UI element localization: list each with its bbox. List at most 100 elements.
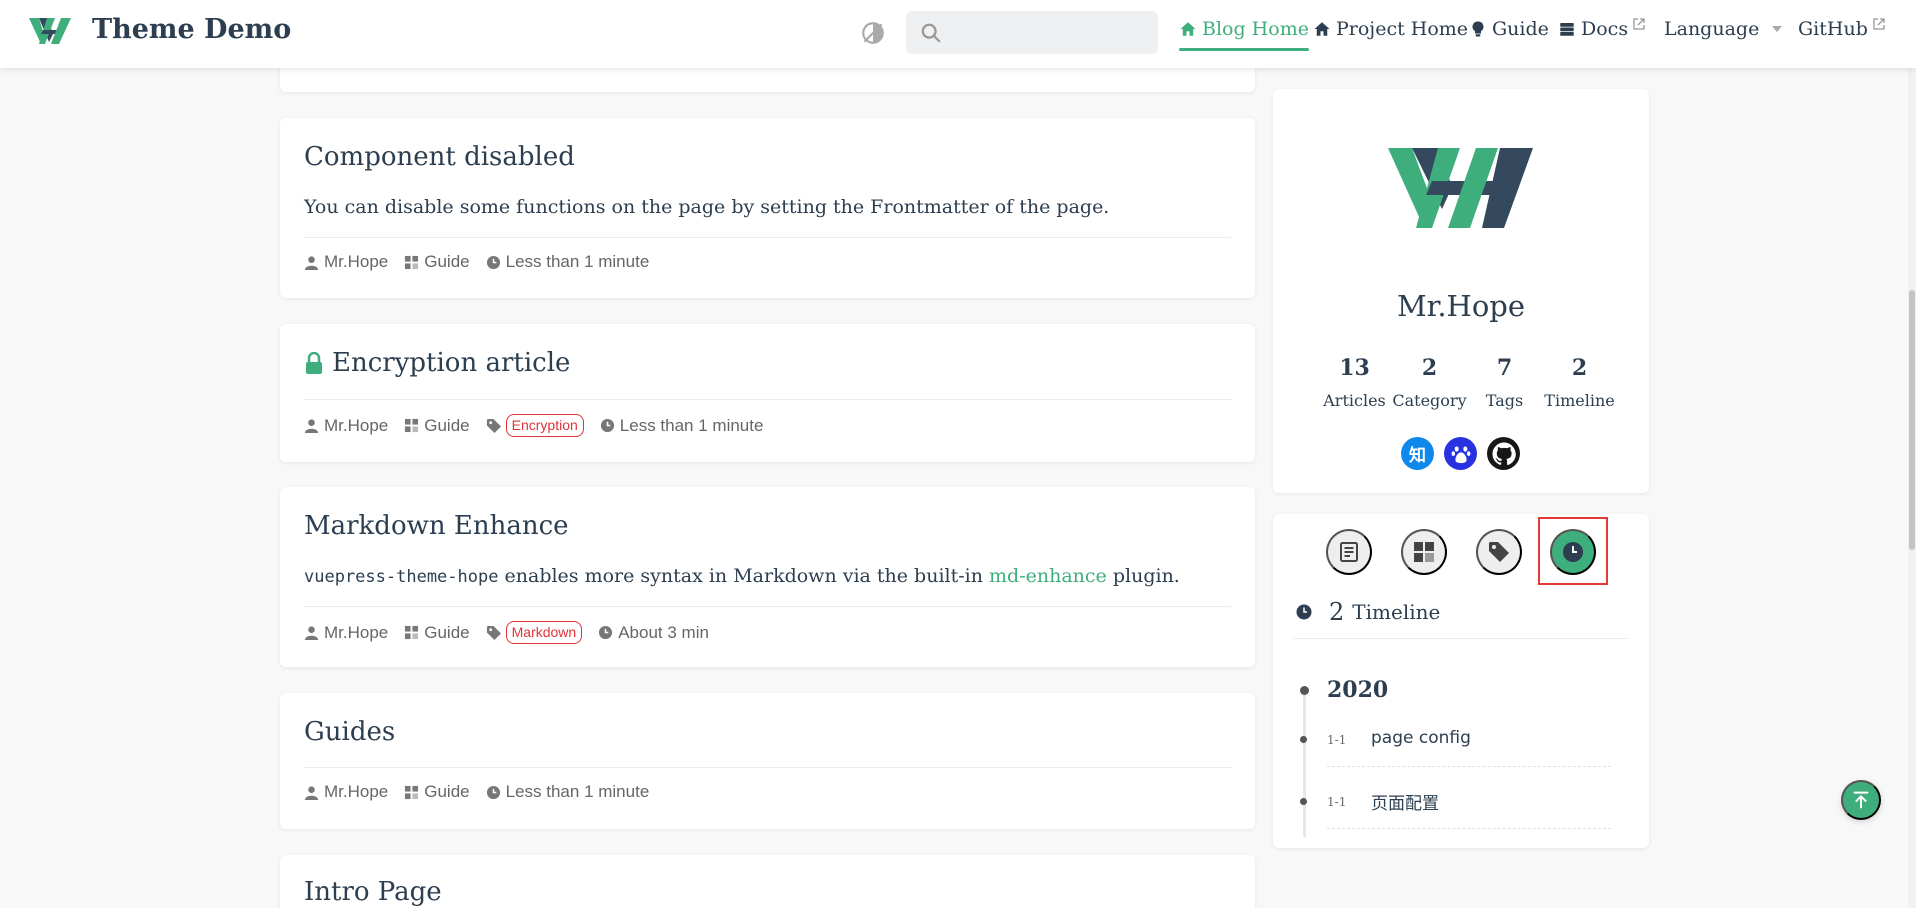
card-divider xyxy=(304,399,1231,400)
user-icon xyxy=(304,785,319,800)
site-logo[interactable] xyxy=(29,16,71,46)
nav-language[interactable]: Language xyxy=(1664,18,1783,40)
tab-article-list[interactable] xyxy=(1326,529,1372,575)
category-meta[interactable]: Guide xyxy=(404,782,470,802)
tab-tags[interactable] xyxy=(1476,529,1522,575)
md-enhance-link[interactable]: md-enhance xyxy=(989,565,1107,587)
site-title[interactable]: Theme Demo xyxy=(92,14,291,45)
reading-time: Less than 1 minute xyxy=(619,415,764,435)
tab-category[interactable] xyxy=(1401,529,1447,575)
blogger-info-card: Mr.Hope 13 Articles 2 Category 7 Tags 2 … xyxy=(1273,89,1649,493)
article-title-text: Markdown Enhance xyxy=(304,511,569,541)
scrollbar-thumb[interactable] xyxy=(1909,290,1915,550)
blogger-stats: 13 Articles 2 Category 7 Tags 2 Timeline xyxy=(1317,355,1617,410)
timeline-label: Timeline xyxy=(1352,600,1441,624)
article-title[interactable]: Markdown Enhance xyxy=(304,511,569,541)
category-name: Guide xyxy=(424,782,470,801)
baidu-link[interactable] xyxy=(1444,437,1477,470)
stat-label: Tags xyxy=(1485,391,1524,410)
nav-blog-home-label: Blog Home xyxy=(1202,18,1309,40)
tag-meta: Encryption xyxy=(486,414,584,437)
timeline-count: 2 xyxy=(1329,598,1345,626)
back-to-top-button[interactable] xyxy=(1841,780,1881,820)
excerpt-text: enables more syntax in Markdown via the … xyxy=(498,565,990,587)
article-title[interactable]: Guides xyxy=(304,717,395,747)
timeline-entry-date: 1-1 xyxy=(1327,733,1347,747)
author-name: Mr.Hope xyxy=(1396,289,1526,323)
article-card[interactable]: Guides Mr.Hope Guide Less than 1 minute xyxy=(280,693,1255,829)
reading-time: Less than 1 minute xyxy=(505,782,650,801)
user-icon xyxy=(304,626,319,640)
category-name: Guide xyxy=(424,415,470,435)
nav-github[interactable]: GitHub xyxy=(1798,18,1885,40)
stat-value: 7 xyxy=(1496,355,1513,381)
zhihu-link[interactable]: 知 xyxy=(1401,437,1434,470)
clock-icon xyxy=(486,255,500,269)
excerpt-code: vuepress-theme-hope xyxy=(304,567,499,587)
card-divider xyxy=(304,767,1231,768)
zhihu-icon: 知 xyxy=(1409,446,1426,466)
author-name: Mr.Hope xyxy=(324,415,389,435)
nav-blog-home[interactable]: Blog Home xyxy=(1179,18,1309,51)
tag-badge[interactable]: Encryption xyxy=(505,414,584,437)
article-card[interactable]: Encryption article Mr.Hope Guide Encrypt… xyxy=(280,324,1255,462)
timeline-entry-title[interactable]: 页面配置 xyxy=(1371,789,1439,814)
search-input[interactable] xyxy=(950,17,1150,47)
book-icon xyxy=(1560,23,1574,36)
stat-value: 13 xyxy=(1339,355,1370,381)
nav-language-label: Language xyxy=(1664,18,1760,40)
stat-timeline[interactable]: 2 Timeline xyxy=(1542,355,1617,410)
reading-time-meta: Less than 1 minute xyxy=(486,252,650,272)
article-list-icon xyxy=(1340,542,1358,562)
stat-category[interactable]: 2 Category xyxy=(1392,355,1467,410)
article-title[interactable]: Encryption article xyxy=(304,348,570,378)
timeline-entry-title[interactable]: page config xyxy=(1371,728,1471,748)
author-name: Mr.Hope xyxy=(324,252,389,271)
blog-info-card: 2 Timeline 2020 1-1 page config 1-1 页面配置 xyxy=(1273,514,1649,848)
article-card[interactable]: Component disabled You can disable some … xyxy=(280,118,1255,298)
stat-value: 2 xyxy=(1571,355,1588,381)
timeline-header[interactable]: 2 Timeline xyxy=(1295,598,1440,626)
article-title[interactable]: Component disabled xyxy=(304,142,575,172)
home-icon xyxy=(1314,22,1330,36)
nav-docs[interactable]: Docs xyxy=(1558,18,1645,40)
article-excerpt: vuepress-theme-hope enables more syntax … xyxy=(304,565,1180,587)
timeline-entry-date: 1-1 xyxy=(1327,795,1347,809)
category-icon xyxy=(405,625,419,640)
github-icon xyxy=(1492,442,1516,465)
nav-guide[interactable]: Guide xyxy=(1469,18,1549,40)
category-meta[interactable]: Guide xyxy=(404,252,470,272)
search-box[interactable] xyxy=(906,11,1158,54)
stat-tags[interactable]: 7 Tags xyxy=(1467,355,1542,410)
reading-time-meta: About 3 min xyxy=(598,623,709,643)
nav-project-home[interactable]: Project Home xyxy=(1313,18,1468,40)
article-card[interactable]: Markdown Enhance vuepress-theme-hope ena… xyxy=(280,487,1255,667)
article-title-text: Encryption article xyxy=(332,348,571,378)
timeline-divider xyxy=(1293,638,1629,639)
timeline-entry-divider xyxy=(1327,766,1611,767)
reading-time: Less than 1 minute xyxy=(505,252,650,271)
tab-timeline[interactable] xyxy=(1550,529,1596,575)
article-title[interactable]: Intro Page xyxy=(304,877,442,907)
avatar[interactable] xyxy=(1388,147,1533,229)
article-card[interactable]: Intro Page xyxy=(280,855,1255,908)
article-title-text: Component disabled xyxy=(304,142,575,172)
stat-label: Category xyxy=(1392,391,1467,410)
author-meta: Mr.Hope xyxy=(304,782,388,802)
timeline-line xyxy=(1303,689,1306,837)
article-excerpt: You can disable some functions on the pa… xyxy=(304,196,1110,218)
category-icon xyxy=(405,418,419,433)
external-link-icon xyxy=(1873,18,1885,30)
tag-icon xyxy=(1489,542,1509,562)
dark-mode-toggle-icon[interactable] xyxy=(860,20,886,46)
category-icon xyxy=(1414,542,1434,562)
tag-badge[interactable]: Markdown xyxy=(505,621,583,644)
github-link[interactable] xyxy=(1487,437,1520,470)
nav-guide-label: Guide xyxy=(1492,18,1549,40)
article-meta: Mr.Hope Guide Markdown About 3 min xyxy=(304,621,725,644)
category-meta[interactable]: Guide xyxy=(404,415,470,436)
article-title-text: Intro Page xyxy=(304,877,442,907)
category-meta[interactable]: Guide xyxy=(404,623,470,643)
stat-articles[interactable]: 13 Articles xyxy=(1317,355,1392,410)
social-links: 知 xyxy=(1401,437,1520,470)
